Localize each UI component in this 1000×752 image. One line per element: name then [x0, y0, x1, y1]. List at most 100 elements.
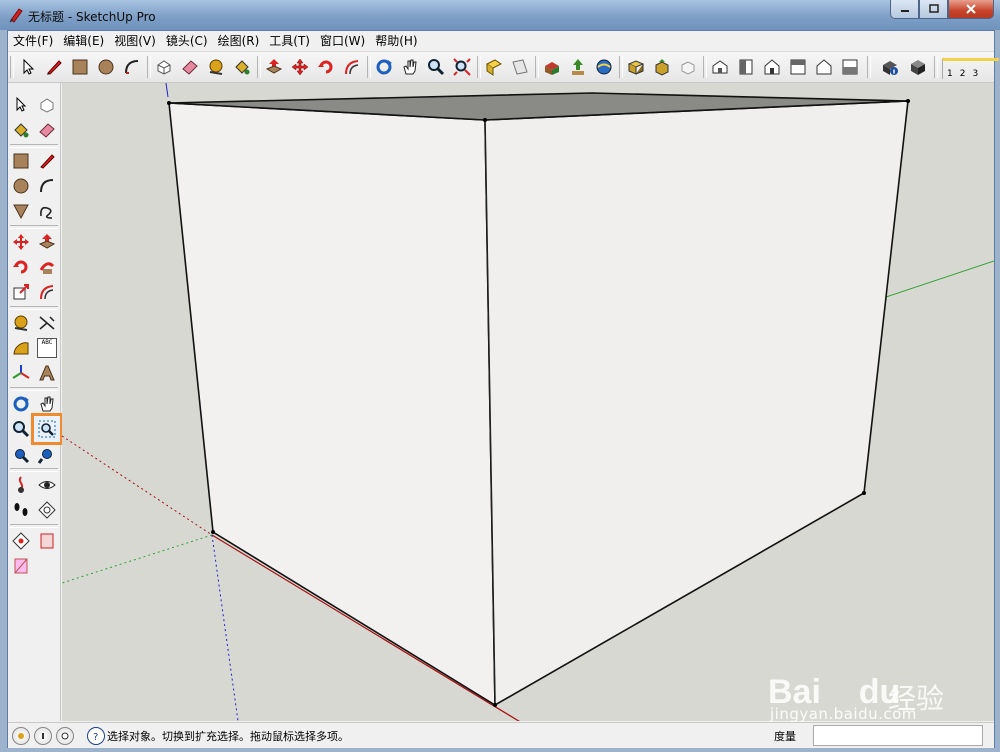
menu-draw[interactable]: 绘图(R)	[213, 31, 265, 51]
offset-tool-button[interactable]	[340, 55, 364, 79]
geo-location-icon[interactable]	[12, 727, 30, 745]
styles-icon	[40, 533, 54, 549]
palette-walk-button[interactable]	[9, 498, 33, 522]
top-view-button[interactable]	[734, 55, 758, 79]
palette-offset-button[interactable]	[35, 280, 59, 304]
arc-tool-button[interactable]	[120, 55, 144, 79]
palette-section-button[interactable]	[35, 498, 59, 522]
palette-zoom-window-button[interactable]	[31, 413, 63, 445]
palette-position-camera-button[interactable]	[9, 473, 33, 497]
share-model-button[interactable]	[566, 55, 590, 79]
model-info-button[interactable]	[878, 55, 902, 79]
palette-followme-button[interactable]	[35, 255, 59, 279]
paint-bucket-button[interactable]	[230, 55, 254, 79]
circle-tool-button[interactable]	[94, 55, 118, 79]
move-tool-button[interactable]	[288, 55, 312, 79]
palette-polygon-button[interactable]	[9, 199, 33, 223]
share-component-button[interactable]	[650, 55, 674, 79]
tape-measure-button[interactable]	[204, 55, 228, 79]
iso-view-button[interactable]	[708, 55, 732, 79]
palette-paint-button[interactable]	[9, 118, 33, 142]
scene-tabs-strip[interactable]: 1 2 3	[942, 58, 999, 79]
palette-select-button[interactable]	[9, 93, 33, 117]
copyright-icon[interactable]	[56, 727, 74, 745]
palette-move-button[interactable]	[9, 230, 33, 254]
push-pull-button[interactable]	[262, 55, 286, 79]
palette-dimension-button[interactable]	[35, 311, 59, 335]
toolbar-separator	[619, 56, 623, 78]
menu-edit[interactable]: 编辑(E)	[58, 31, 109, 51]
menu-help[interactable]: 帮助(H)	[370, 31, 422, 51]
palette-pan-button[interactable]	[35, 392, 59, 416]
pencil-tool-button[interactable]	[42, 55, 66, 79]
minimize-button[interactable]	[890, 0, 919, 19]
toolbar-grip[interactable]	[10, 56, 14, 78]
get-component-button[interactable]	[624, 55, 648, 79]
next-view-button[interactable]	[508, 55, 532, 79]
warehouse-button[interactable]	[592, 55, 616, 79]
palette-rotate-button[interactable]	[9, 255, 33, 279]
palette-axes-button[interactable]	[9, 361, 33, 385]
help-icon[interactable]: ?	[87, 727, 105, 745]
back-view-button[interactable]	[812, 55, 836, 79]
rectangle-tool-button[interactable]	[68, 55, 92, 79]
get-models-button[interactable]	[540, 55, 564, 79]
palette-styles-button[interactable]	[35, 529, 59, 553]
palette-arc-button[interactable]	[35, 174, 59, 198]
palette-rectangle-button[interactable]	[9, 149, 33, 173]
palette-sandbox-button[interactable]	[9, 529, 33, 553]
menu-window[interactable]: 窗口(W)	[315, 31, 370, 51]
paint-bucket-icon	[235, 60, 250, 75]
palette-pushpull-button[interactable]	[35, 230, 59, 254]
pan-tool-button[interactable]	[398, 55, 422, 79]
front-view-button[interactable]	[760, 55, 784, 79]
palette-materials-button[interactable]	[9, 554, 33, 578]
palette-text-button[interactable]: ABC	[35, 336, 59, 360]
menu-tools[interactable]: 工具(T)	[264, 31, 315, 51]
palette-3dtext-button[interactable]	[35, 361, 59, 385]
right-view-button[interactable]	[786, 55, 810, 79]
zoom-extents-button[interactable]	[450, 55, 474, 79]
eraser-tool-button[interactable]	[178, 55, 202, 79]
close-button[interactable]	[948, 0, 994, 19]
palette-look-around-button[interactable]	[35, 473, 59, 497]
palette-eraser-button[interactable]	[35, 118, 59, 142]
box-right-face[interactable]	[484, 100, 909, 707]
palette-freehand-button[interactable]	[35, 199, 59, 223]
extension-button[interactable]	[676, 55, 700, 79]
make-component-button[interactable]	[152, 55, 176, 79]
rectangle-icon	[13, 153, 29, 169]
palette-tape-button[interactable]	[9, 311, 33, 335]
palette-scale-button[interactable]	[9, 280, 33, 304]
palette-zoom-extents-button[interactable]	[9, 443, 33, 467]
model-viewport[interactable]: Bai__du 经验	[62, 83, 994, 721]
palette-previous-button[interactable]	[35, 443, 59, 467]
menu-file[interactable]: 文件(F)	[8, 31, 58, 51]
zoom-tool-button[interactable]	[424, 55, 448, 79]
extension-icon	[681, 61, 695, 75]
left-view-icon	[842, 59, 858, 75]
palette-component-button[interactable]	[35, 93, 59, 117]
select-tool-button[interactable]	[16, 55, 40, 79]
model-canvas[interactable]	[62, 83, 994, 721]
left-view-button[interactable]	[838, 55, 862, 79]
maximize-button[interactable]	[919, 0, 948, 19]
iso-view-icon	[712, 60, 728, 74]
menu-camera[interactable]: 镜头(C)	[161, 31, 213, 51]
push-pull-icon	[265, 59, 283, 74]
palette-circle-button[interactable]	[9, 174, 33, 198]
palette-orbit-button[interactable]	[9, 392, 33, 416]
palette-protractor-button[interactable]	[9, 336, 33, 360]
credits-icon[interactable]	[34, 727, 52, 745]
rotate-tool-button[interactable]	[314, 55, 338, 79]
previous-view-button[interactable]	[482, 55, 506, 79]
measurements-input[interactable]	[813, 725, 983, 746]
box-vertex	[167, 101, 171, 105]
orbit-tool-button[interactable]	[372, 55, 396, 79]
box-left-face[interactable]	[168, 102, 496, 707]
menu-view[interactable]: 视图(V)	[109, 31, 161, 51]
palette-zoom-button[interactable]	[9, 417, 33, 441]
box-vertex	[483, 118, 487, 122]
xray-button[interactable]	[906, 55, 930, 79]
palette-line-button[interactable]	[35, 149, 59, 173]
